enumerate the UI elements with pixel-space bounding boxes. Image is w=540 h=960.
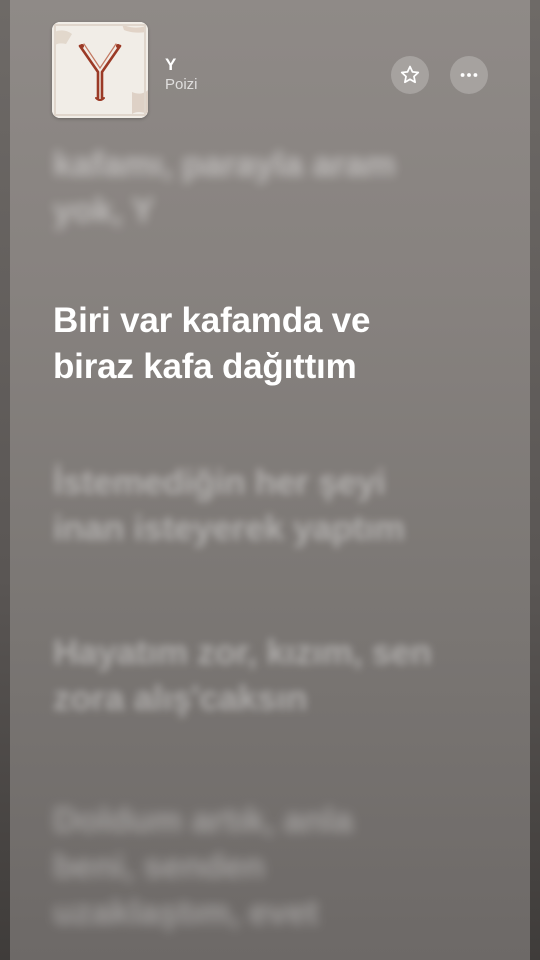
lyric-text: yok, Y	[53, 191, 155, 230]
now-playing-header: Y Poizi	[52, 22, 488, 118]
lyric-line-next[interactable]: İstemediğin her şeyi inan isteyerek yapt…	[53, 460, 493, 552]
lyric-text: Biri var kafamda ve	[53, 301, 371, 340]
lyric-text: beni, senden	[53, 847, 265, 886]
lyric-text: biraz kafa dağıttım	[53, 347, 357, 386]
more-options-button[interactable]	[450, 56, 488, 94]
track-info[interactable]: Y Poizi	[165, 55, 198, 95]
lyric-text: Doldum artık, anla	[53, 801, 353, 840]
album-artwork-image	[52, 22, 148, 118]
ellipsis-icon	[460, 73, 478, 77]
lyric-text: inan isteyerek yaptım	[53, 509, 405, 548]
track-artist: Poizi	[165, 76, 198, 93]
lyric-text: zora alış'caksın	[53, 679, 308, 718]
favorite-button[interactable]	[391, 56, 429, 94]
lyric-line-next[interactable]: Doldum artık, anla beni, senden uzaklaşt…	[53, 798, 493, 936]
sheet-edge-right	[530, 0, 540, 960]
lyric-line-current[interactable]: Biri var kafamda ve biraz kafa dağıttım	[53, 298, 493, 390]
lyric-text: Hayatım zor, kızım, sen	[53, 633, 432, 672]
lyric-text: İstemediğin her şeyi	[53, 463, 386, 502]
lyrics-screen: kafamı, parayla aram yok, Y Biri var kaf…	[0, 0, 540, 960]
lyric-text: kafamı, parayla aram	[53, 145, 396, 184]
lyric-line-next[interactable]: Hayatım zor, kızım, sen zora alış'caksın	[53, 630, 493, 722]
album-artwork[interactable]	[52, 22, 148, 118]
star-icon	[400, 65, 420, 84]
sheet-edge-left	[0, 0, 10, 960]
track-title: Y	[165, 55, 177, 74]
lyric-text: uzaklaştım, evet	[53, 893, 319, 932]
lyric-line-previous[interactable]: kafamı, parayla aram yok, Y	[53, 142, 493, 234]
